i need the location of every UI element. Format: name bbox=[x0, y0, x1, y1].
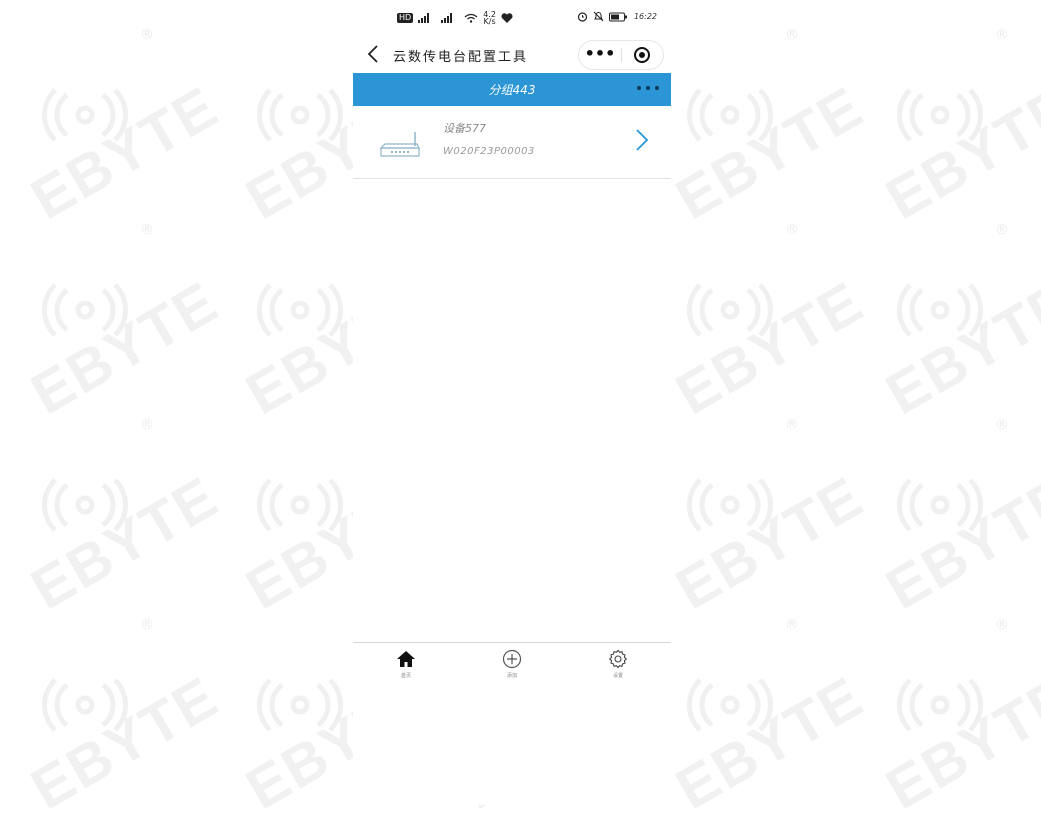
tab-label: 添加 bbox=[506, 673, 517, 679]
device-serial: W020F23P00003 bbox=[443, 146, 535, 157]
signal-icon bbox=[441, 13, 453, 23]
more-menu-button[interactable]: ••• bbox=[579, 41, 621, 69]
close-mini-program-button[interactable] bbox=[622, 41, 663, 69]
tab-bar: 首页 添加 设置 bbox=[353, 642, 671, 693]
wifi-icon bbox=[464, 13, 478, 23]
chevron-right-icon bbox=[636, 129, 649, 151]
battery-icon bbox=[608, 12, 627, 21]
device-list-item[interactable]: 设备577 W020F23P00003 bbox=[353, 106, 671, 179]
tab-home[interactable]: 首页 bbox=[353, 643, 459, 693]
group-header: 分组443 bbox=[353, 73, 671, 106]
add-circle-icon bbox=[502, 649, 522, 669]
status-bar: HD 4.2 K/s 16:22 bbox=[353, 0, 671, 38]
group-title: 分组443 bbox=[488, 83, 536, 97]
mini-program-capsule: ••• bbox=[578, 40, 664, 70]
group-more-button[interactable] bbox=[637, 86, 659, 90]
net-speed: 4.2 K/s bbox=[483, 10, 496, 26]
hd-badge: HD bbox=[397, 13, 414, 23]
tab-label: 设置 bbox=[612, 673, 623, 679]
nav-bar: 云数传电台配置工具 ••• bbox=[353, 38, 671, 72]
home-icon bbox=[397, 651, 415, 667]
tab-add[interactable]: 添加 bbox=[459, 643, 565, 693]
app-title: 云数传电台配置工具 bbox=[393, 50, 529, 65]
clock-time: 16:22 bbox=[633, 12, 657, 21]
signal-icon bbox=[418, 13, 430, 23]
router-icon bbox=[379, 132, 420, 157]
heart-icon bbox=[501, 13, 513, 23]
mute-bell-icon bbox=[593, 11, 604, 22]
tab-label: 首页 bbox=[400, 673, 411, 679]
tab-settings[interactable]: 设置 bbox=[565, 643, 671, 693]
alarm-icon bbox=[577, 12, 588, 22]
chevron-left-icon[interactable] bbox=[367, 44, 379, 64]
phone-screen: HD 4.2 K/s 16:22 云数传电台配置工具 ••• 分组443 设备5… bbox=[353, 0, 671, 805]
target-icon bbox=[634, 47, 650, 63]
gear-icon bbox=[608, 649, 628, 669]
device-name: 设备577 bbox=[443, 122, 486, 135]
